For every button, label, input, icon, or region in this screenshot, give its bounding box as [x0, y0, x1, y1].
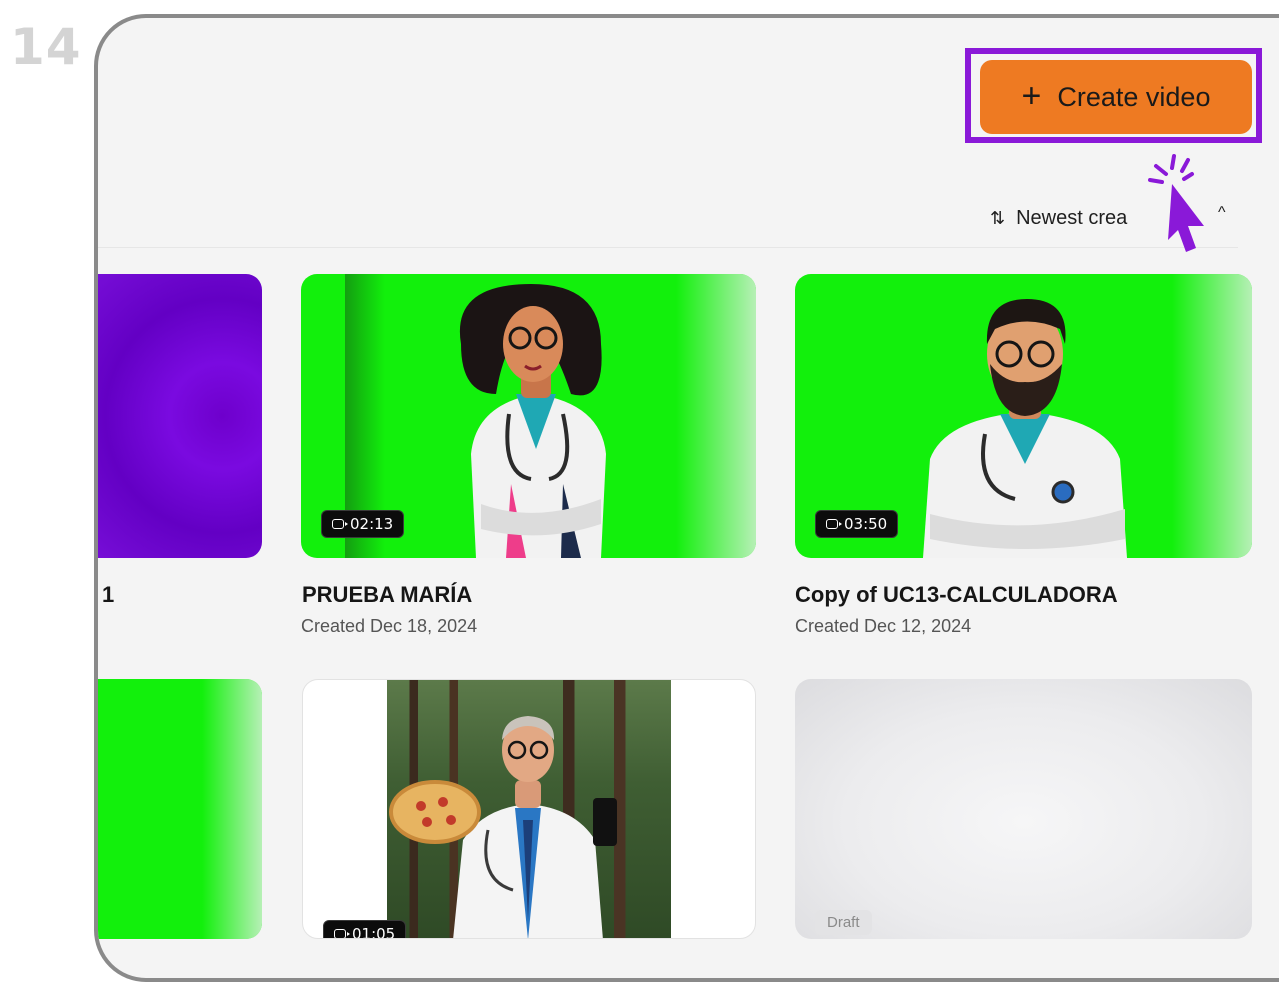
divider	[98, 247, 1238, 248]
video-title[interactable]: PRUEBA MARÍA	[302, 582, 472, 608]
duration-badge: 03:50	[815, 510, 899, 538]
sort-label: Newest crea	[1016, 206, 1128, 229]
video-thumbnail[interactable]: 02:13	[301, 274, 756, 558]
video-thumbnail[interactable]	[98, 274, 262, 558]
video-camera-icon	[826, 519, 842, 529]
duration-badge: 01:05	[323, 920, 407, 939]
chevron-up-icon: ^	[1218, 204, 1226, 221]
duration-text: 01:05	[352, 925, 396, 939]
video-title[interactable]: Copy of UC13-CALCULADORA	[795, 582, 1118, 608]
sort-icon: ⇅	[990, 207, 1005, 228]
duration-badge: 02:13	[321, 510, 405, 538]
duration-text: 02:13	[350, 515, 394, 533]
video-title[interactable]: 1	[102, 582, 114, 608]
video-thumbnail[interactable]: 01:05	[302, 679, 756, 939]
video-created-date: Created Dec 12, 2024	[795, 616, 972, 636]
highlight-annotation	[965, 48, 1262, 143]
step-number: 14	[10, 18, 82, 76]
video-thumbnail[interactable]: 03:50	[795, 274, 1252, 558]
avatar-doctor-pizza	[389, 716, 617, 938]
click-cursor-icon	[1148, 154, 1204, 252]
video-camera-icon	[334, 929, 350, 938]
duration-text: 03:50	[844, 515, 888, 533]
video-thumbnail[interactable]	[98, 679, 262, 939]
thumbnail-shading	[202, 679, 262, 939]
video-camera-icon	[332, 519, 348, 529]
video-thumbnail[interactable]: Draft	[795, 679, 1252, 939]
app-frame: + Create video ⇅ Newest crea ^ 1 02:13 P…	[94, 14, 1279, 982]
video-created-date: Created Dec 18, 2024	[301, 616, 478, 636]
draft-badge: Draft	[815, 910, 872, 935]
